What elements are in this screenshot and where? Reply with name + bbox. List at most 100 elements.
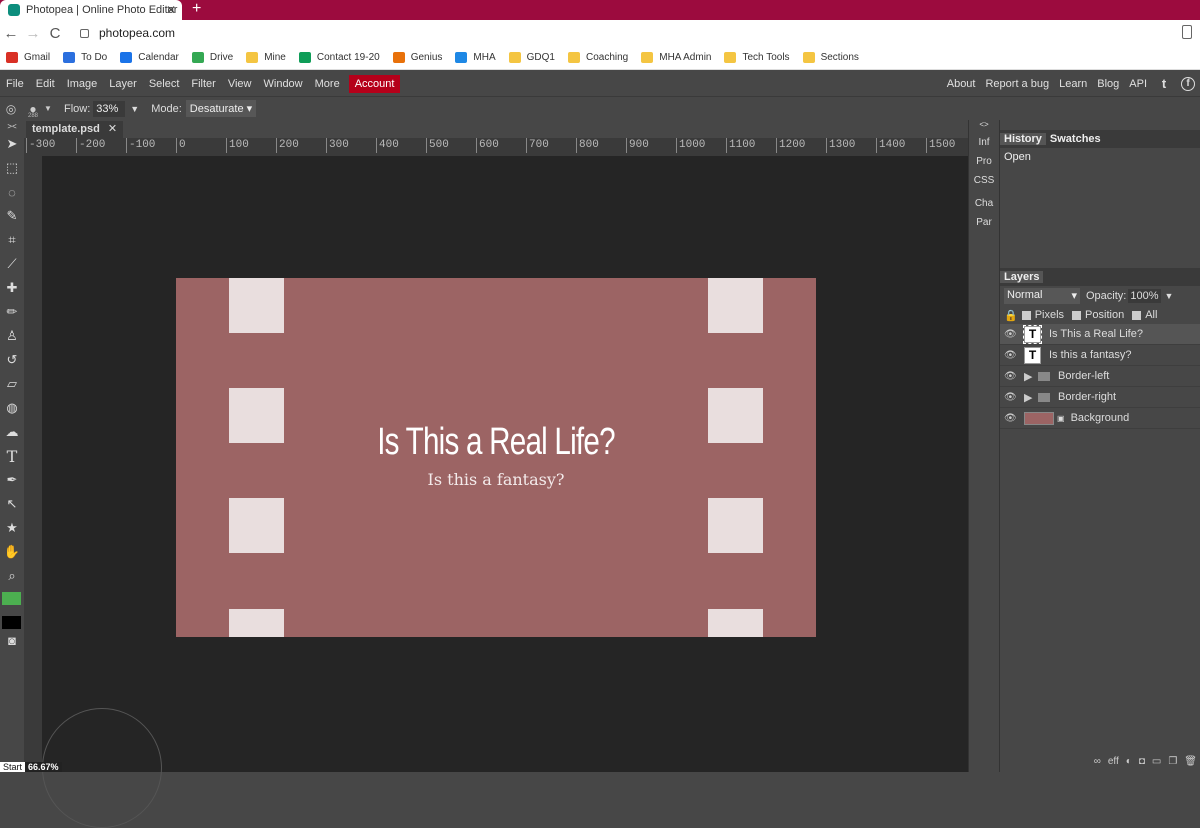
forward-icon[interactable]: →	[22, 25, 44, 42]
visibility-eye-icon[interactable]: 👁	[1004, 350, 1018, 361]
bookmark-item[interactable]: GDQ1	[508, 52, 555, 63]
path-select-tool-icon[interactable]: ↖	[0, 492, 24, 516]
menu-file[interactable]: File	[0, 78, 30, 90]
visibility-eye-icon[interactable]: 👁	[1004, 329, 1018, 340]
menu-image[interactable]: Image	[61, 78, 104, 90]
hand-tool-icon[interactable]: ✋	[0, 540, 24, 564]
chevron-down-icon[interactable]: ▼	[44, 104, 52, 113]
back-icon[interactable]: ←	[0, 25, 22, 42]
bookmark-item[interactable]: Contact 19-20	[298, 52, 380, 63]
flow-dropdown-icon[interactable]: ▼	[130, 104, 139, 114]
pen-tool-icon[interactable]: ✒	[0, 468, 24, 492]
eyedropper-tool-icon[interactable]: ⟋	[0, 252, 24, 276]
adjustment-layer-icon[interactable]: ◐	[1126, 756, 1132, 767]
menu-select[interactable]: Select	[143, 78, 186, 90]
lock-all-checkbox[interactable]	[1132, 310, 1142, 320]
mask-icon[interactable]: ◘	[1139, 756, 1145, 767]
layer-row[interactable]: 👁 T Is this a fantasy?	[1000, 345, 1200, 366]
layer-row[interactable]: 👁 ▶ Border-right	[1000, 387, 1200, 408]
new-tab-button[interactable]: +	[192, 0, 201, 18]
brush-tool-icon[interactable]: ✏	[0, 300, 24, 324]
opacity-input[interactable]: 100%	[1128, 289, 1161, 303]
history-entry[interactable]: Open	[1004, 151, 1196, 163]
quick-mask-icon[interactable]: ◙	[0, 628, 24, 652]
menu-filter[interactable]: Filter	[185, 78, 221, 90]
twitter-icon[interactable]: t	[1157, 77, 1171, 91]
blend-mode-select[interactable]: Normal ▾	[1004, 288, 1080, 304]
new-layer-icon[interactable]: ❐	[1168, 756, 1177, 767]
bookmark-item[interactable]: MHA Admin	[641, 52, 711, 63]
menu-window[interactable]: Window	[258, 78, 309, 90]
stamp-tool-icon[interactable]: ♙	[0, 324, 24, 348]
panel-expand-icon[interactable]: <>	[969, 120, 999, 129]
tab-swatches[interactable]: Swatches	[1046, 133, 1105, 145]
learn-link[interactable]: Learn	[1054, 78, 1092, 90]
paragraph-panel-button[interactable]: Par	[969, 217, 999, 228]
bookmark-item[interactable]: Coaching	[567, 52, 628, 63]
menu-more[interactable]: More	[309, 78, 346, 90]
about-link[interactable]: About	[942, 78, 981, 90]
report-bug-link[interactable]: Report a bug	[980, 78, 1054, 90]
info-panel-button[interactable]: Inf	[969, 137, 999, 148]
lock-pixels-checkbox[interactable]	[1021, 310, 1031, 320]
document-tab[interactable]: template.psd ✕	[26, 121, 124, 138]
menu-edit[interactable]: Edit	[30, 78, 61, 90]
reading-list-icon[interactable]	[1182, 25, 1192, 39]
effects-button[interactable]: eff	[1108, 756, 1119, 767]
shape-tool-icon[interactable]: ★	[0, 516, 24, 540]
marquee-tool-icon[interactable]: ⬚	[0, 156, 24, 180]
mode-select[interactable]: Desaturate ▾	[185, 100, 257, 117]
account-button[interactable]: Account	[348, 75, 401, 93]
api-link[interactable]: API	[1124, 78, 1152, 90]
bookmark-item[interactable]: Sections	[802, 52, 859, 63]
browser-tab[interactable]: Photopea | Online Photo Editor ✕	[0, 0, 182, 20]
bookmark-item[interactable]: To Do	[63, 52, 107, 63]
bookmark-item[interactable]: Drive	[191, 52, 233, 63]
visibility-eye-icon[interactable]: 👁	[1004, 392, 1018, 403]
sponge-tool-icon[interactable]: ☁	[0, 420, 24, 444]
visibility-eye-icon[interactable]: 👁	[1004, 413, 1018, 424]
zoom-tool-icon[interactable]: ⌕	[0, 564, 24, 588]
history-brush-icon[interactable]: ↺	[0, 348, 24, 372]
gradient-tool-icon[interactable]: ◍	[0, 396, 24, 420]
text-tool-icon[interactable]: T	[0, 444, 24, 468]
delete-layer-icon[interactable]: 🗑	[1184, 756, 1197, 767]
opacity-dropdown-icon[interactable]: ▼	[1165, 291, 1174, 301]
expand-arrow-icon[interactable]: ▶	[1024, 370, 1034, 383]
document-close-icon[interactable]: ✕	[108, 123, 117, 135]
layer-row[interactable]: 👁 ▣ Background	[1000, 408, 1200, 429]
new-group-icon[interactable]: ▭	[1152, 756, 1161, 767]
bookmark-item[interactable]: Mine	[246, 52, 286, 63]
reload-icon[interactable]: C	[44, 25, 66, 42]
brush-picker-icon[interactable]: ● 288	[22, 102, 44, 119]
menu-view[interactable]: View	[222, 78, 258, 90]
zoom-level[interactable]: 66.67%	[25, 762, 62, 772]
link-layers-icon[interactable]: ∞	[1094, 756, 1101, 767]
eraser-tool-icon[interactable]: ▱	[0, 372, 24, 396]
layer-row[interactable]: 👁 ▶ Border-left	[1000, 366, 1200, 387]
character-panel-button[interactable]: Cha	[969, 198, 999, 209]
bookmark-item[interactable]: Genius	[392, 52, 442, 63]
crop-tool-icon[interactable]: ⌗	[0, 228, 24, 252]
flow-input[interactable]: 33%	[93, 100, 126, 117]
artboard[interactable]: Is This a Real Life? Is this a fantasy?	[176, 278, 816, 637]
layer-row[interactable]: 👁 T Is This a Real Life?	[1000, 324, 1200, 345]
lasso-tool-icon[interactable]: ◌	[0, 180, 24, 204]
healing-tool-icon[interactable]: ✚	[0, 276, 24, 300]
tool-preset-icon[interactable]: ◎	[0, 102, 22, 116]
url-field[interactable]: photopea.com	[80, 26, 175, 40]
bookmark-item[interactable]: Calendar	[120, 52, 179, 63]
move-tool-icon[interactable]: ➤	[0, 132, 24, 156]
properties-panel-button[interactable]: Pro	[969, 156, 999, 167]
bookmark-item[interactable]: MHA	[455, 52, 496, 63]
quick-select-tool-icon[interactable]: ✎	[0, 204, 24, 228]
foreground-color-swatch[interactable]	[2, 592, 21, 605]
bookmark-item[interactable]: Tech Tools	[724, 52, 790, 63]
css-panel-button[interactable]: CSS	[969, 175, 999, 186]
tab-layers[interactable]: Layers	[1000, 271, 1044, 283]
facebook-icon[interactable]: f	[1181, 77, 1195, 91]
expand-arrow-icon[interactable]: ▶	[1024, 391, 1034, 404]
panel-collapse-icon[interactable]: ><	[0, 120, 24, 132]
tab-history[interactable]: History	[1000, 133, 1046, 145]
tab-close-icon[interactable]: ✕	[166, 3, 176, 17]
